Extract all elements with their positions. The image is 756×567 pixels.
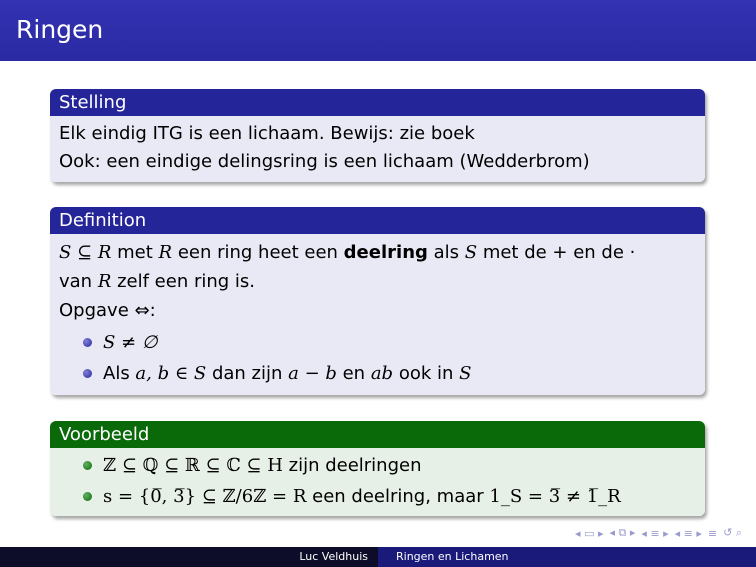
list-item: S ≠ ∅ — [59, 327, 696, 358]
text-fragment: ook in — [393, 363, 460, 384]
math-r: R — [158, 242, 173, 263]
definition-line-1: S ⊆ R met R een ring heet een deelring a… — [59, 238, 696, 267]
text-fragment: met de + en de · — [477, 242, 636, 263]
bullet-icon — [83, 492, 92, 501]
stelling-line-1: Elk eindig ITG is een lichaam. Bewijs: z… — [59, 123, 475, 144]
math-r: R — [97, 271, 112, 292]
math-s-nonempty: S ≠ ∅ — [103, 332, 158, 353]
math-unit-inequality: 1_S = 3̅ ≠ 1̅_R — [489, 486, 621, 507]
nav-section-next-icon[interactable]: ◂ ≡ ▸ — [675, 527, 702, 540]
slide-title: Ringen — [16, 15, 104, 44]
math-number-sets: ℤ ⊆ ℚ ⊆ ℝ ⊆ ℂ ⊆ H — [103, 455, 283, 476]
stelling-body: Elk eindig ITG is een lichaam. Bewijs: z… — [50, 116, 705, 182]
bullet-icon — [83, 461, 92, 470]
voorbeeld-block: Voorbeeld ℤ ⊆ ℚ ⊆ ℝ ⊆ ℂ ⊆ H zijn deelrin… — [50, 421, 705, 516]
voorbeeld-body: ℤ ⊆ ℚ ⊆ ℝ ⊆ ℂ ⊆ H zijn deelringen s = {0… — [50, 448, 705, 516]
list-item: s = {0̅, 3̅} ⊆ ℤ/6ℤ = R een deelring, ma… — [59, 481, 696, 512]
definition-header: Definition — [50, 207, 705, 234]
list-item: ℤ ⊆ ℚ ⊆ ℝ ⊆ ℂ ⊆ H zijn deelringen — [59, 450, 696, 481]
bullet-icon — [83, 369, 92, 378]
voorbeeld-bullets: ℤ ⊆ ℚ ⊆ ℝ ⊆ ℂ ⊆ H zijn deelringen s = {0… — [59, 450, 696, 512]
nav-frame-prev-icon[interactable]: ◂ ▭ ▸ — [575, 527, 603, 540]
text-fragment: als — [427, 242, 465, 263]
voorbeeld-header: Voorbeeld — [50, 421, 705, 448]
footer-author: Luc Veldhuis — [0, 547, 378, 567]
text-fragment: een ring heet een — [172, 242, 344, 263]
bullet-icon — [83, 338, 92, 347]
math-subring-example: s = {0̅, 3̅} ⊆ ℤ/6ℤ = R — [103, 486, 307, 507]
text-fragment: een deelring, maar — [306, 486, 490, 507]
math-s: S — [464, 242, 478, 263]
text-fragment: en — [336, 363, 371, 384]
text-fragment: met — [111, 242, 159, 263]
text-fragment: van — [59, 271, 98, 292]
text-fragment: Als — [103, 363, 136, 384]
list-item: Als a, b ∈ S dan zijn a − b en ab ook in… — [59, 358, 696, 389]
text-fragment: zelf een ring is. — [111, 271, 256, 292]
term-deelring: deelring — [343, 242, 428, 263]
text-fragment: dan zijn — [206, 363, 289, 384]
nav-subsection-icon[interactable]: ◂ ⧉ ▸ — [609, 526, 635, 540]
math-s: S — [459, 363, 472, 384]
footer-title: Ringen en Lichamen — [378, 547, 756, 567]
nav-search-icon[interactable]: ↺ ⌕ — [723, 526, 742, 540]
stelling-line-2: Ook: een eindige delingsring is een lich… — [59, 151, 590, 172]
beamer-navigation: ◂ ▭ ▸ ◂ ⧉ ▸ ◂ ≡ ▸ ◂ ≡ ▸ ≡ ↺ ⌕ — [575, 524, 742, 542]
math-a-minus-b: a − b — [288, 363, 337, 384]
nav-appendix-icon[interactable]: ≡ — [708, 527, 717, 540]
definition-line-3: Opgave ⇔: — [59, 300, 156, 321]
frame-title-bar: Ringen — [0, 0, 756, 61]
definition-body: S ⊆ R met R een ring heet een deelring a… — [50, 234, 705, 395]
math-ab: ab — [370, 363, 394, 384]
definition-bullets: S ≠ ∅ Als a, b ∈ S dan zijn a − b en ab … — [59, 327, 696, 389]
math-a-b-in-s: a, b ∈ S — [135, 363, 207, 384]
math-s-subset-r: S ⊆ R — [59, 242, 112, 263]
slide-footer: Luc Veldhuis Ringen en Lichamen — [0, 547, 756, 567]
definition-line-2: van R zelf een ring is. — [59, 267, 696, 296]
stelling-block: Stelling Elk eindig ITG is een lichaam. … — [50, 89, 705, 182]
text-fragment: zijn deelringen — [282, 455, 422, 476]
stelling-header: Stelling — [50, 89, 705, 116]
nav-section-icon[interactable]: ◂ ≡ ▸ — [641, 527, 668, 540]
definition-block: Definition S ⊆ R met R een ring heet een… — [50, 207, 705, 395]
